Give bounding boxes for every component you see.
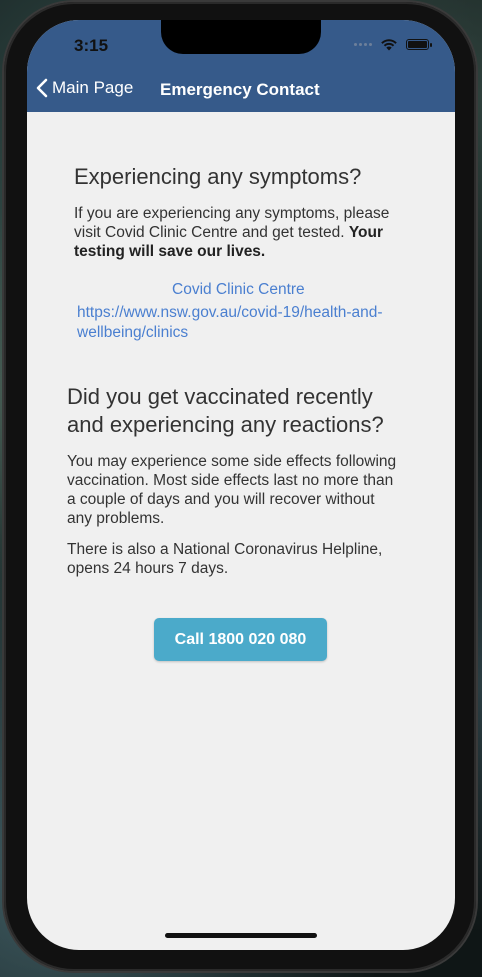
- back-button[interactable]: Main Page: [35, 78, 133, 98]
- signal-icon: [354, 43, 372, 46]
- wifi-icon: [381, 39, 397, 51]
- helpline-line1: There is also a National Coronavirus Hel…: [67, 541, 383, 558]
- side-effects-line2: vaccination. Most side effects last no m…: [67, 472, 394, 489]
- clinic-link-url-line1[interactable]: https://www.nsw.gov.au/covid-19/health-a…: [77, 302, 383, 323]
- chevron-left-icon: [36, 78, 48, 98]
- side-effects-line1: You may experience some side effects fol…: [67, 453, 397, 470]
- vaccination-heading-line1: Did you get vaccinated recently: [67, 384, 373, 409]
- symptoms-heading: Experiencing any symptoms?: [74, 164, 362, 189]
- clinic-link-url-line2[interactable]: wellbeing/clinics: [77, 322, 188, 343]
- status-time: 3:15: [74, 36, 109, 55]
- camera-notch: [161, 20, 321, 54]
- page-title: Emergency Contact: [160, 80, 320, 99]
- symptoms-text: If you are experiencing any symptoms, pl…: [74, 204, 414, 261]
- phone-screen: 3:15 Main Page Emergency Contact Experie…: [27, 20, 455, 950]
- symptoms-text-plain: If you are experiencing any symptoms, pl…: [74, 205, 390, 241]
- status-icons: [354, 38, 432, 51]
- call-helpline-button[interactable]: Call 1800 020 080: [154, 618, 327, 661]
- vaccination-heading-line2: and experiencing any reactions?: [67, 412, 384, 437]
- helpline-line2: opens 24 hours 7 days.: [67, 560, 229, 577]
- navigation-header: 3:15 Main Page Emergency Contact: [27, 20, 455, 112]
- side-effects-line3: a couple of days and you will recover wi…: [67, 491, 375, 508]
- home-indicator[interactable]: [165, 933, 317, 938]
- battery-icon: [406, 39, 432, 50]
- clinic-link-title[interactable]: Covid Clinic Centre: [172, 279, 305, 300]
- side-effects-line4: any problems.: [67, 510, 165, 527]
- back-button-label: Main Page: [52, 78, 134, 97]
